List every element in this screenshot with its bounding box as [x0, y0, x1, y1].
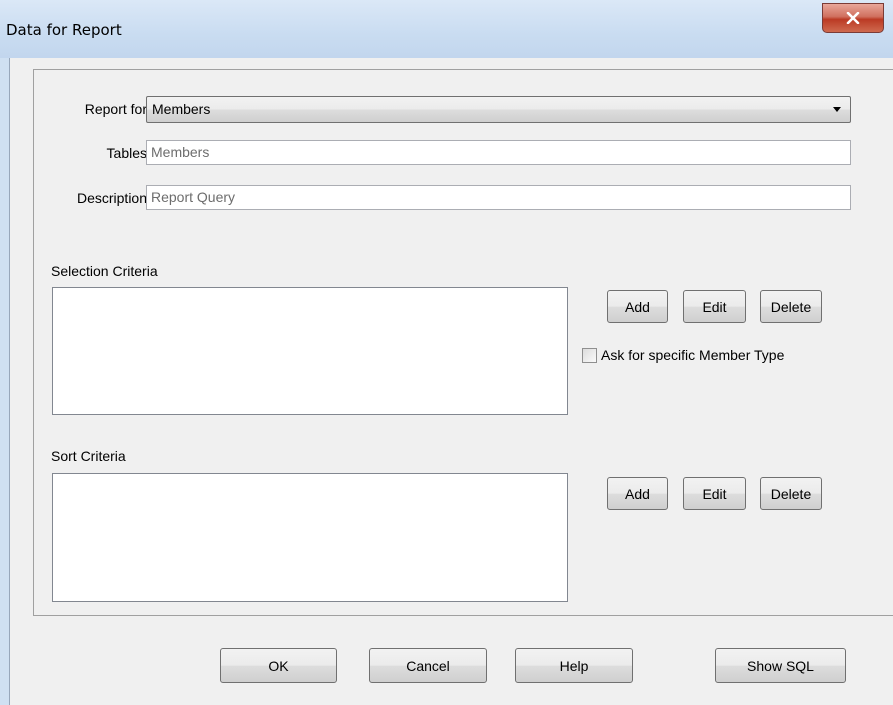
selection-delete-button[interactable]: Delete: [760, 290, 822, 323]
selection-add-button[interactable]: Add: [607, 290, 668, 323]
ask-member-type-label[interactable]: Ask for specific Member Type: [601, 347, 784, 363]
description-field[interactable]: Report Query: [146, 185, 851, 210]
ok-button[interactable]: OK: [220, 648, 337, 683]
sort-criteria-list[interactable]: [52, 473, 568, 602]
tables-field[interactable]: Members: [146, 140, 851, 165]
selection-edit-button[interactable]: Edit: [683, 290, 746, 323]
close-icon: [846, 12, 860, 24]
window-title: Data for Report: [6, 21, 122, 39]
ask-member-type-checkbox[interactable]: [582, 348, 597, 363]
selection-criteria-list[interactable]: [52, 287, 568, 415]
criteria-group-frame: Report for Members Tables Members Descri…: [33, 69, 893, 616]
sort-criteria-label: Sort Criteria: [51, 448, 126, 464]
chevron-down-icon: [833, 107, 841, 112]
help-button[interactable]: Help: [515, 648, 633, 683]
title-bar[interactable]: Data for Report: [0, 0, 893, 58]
selection-criteria-label: Selection Criteria: [51, 263, 158, 279]
close-button[interactable]: [822, 3, 884, 33]
dialog-window: Data for Report Report for Members Table…: [0, 0, 893, 705]
sort-delete-button[interactable]: Delete: [760, 477, 822, 510]
sort-add-button[interactable]: Add: [607, 477, 668, 510]
report-for-dropdown[interactable]: Members: [146, 96, 851, 123]
tables-label: Tables: [106, 145, 147, 161]
sort-edit-button[interactable]: Edit: [683, 477, 746, 510]
report-for-value: Members: [152, 101, 211, 117]
cancel-button[interactable]: Cancel: [369, 648, 487, 683]
report-for-label: Report for: [84, 101, 147, 117]
dialog-client-area: Report for Members Tables Members Descri…: [9, 58, 893, 705]
description-label: Description: [76, 190, 147, 206]
show-sql-button[interactable]: Show SQL: [715, 648, 846, 683]
